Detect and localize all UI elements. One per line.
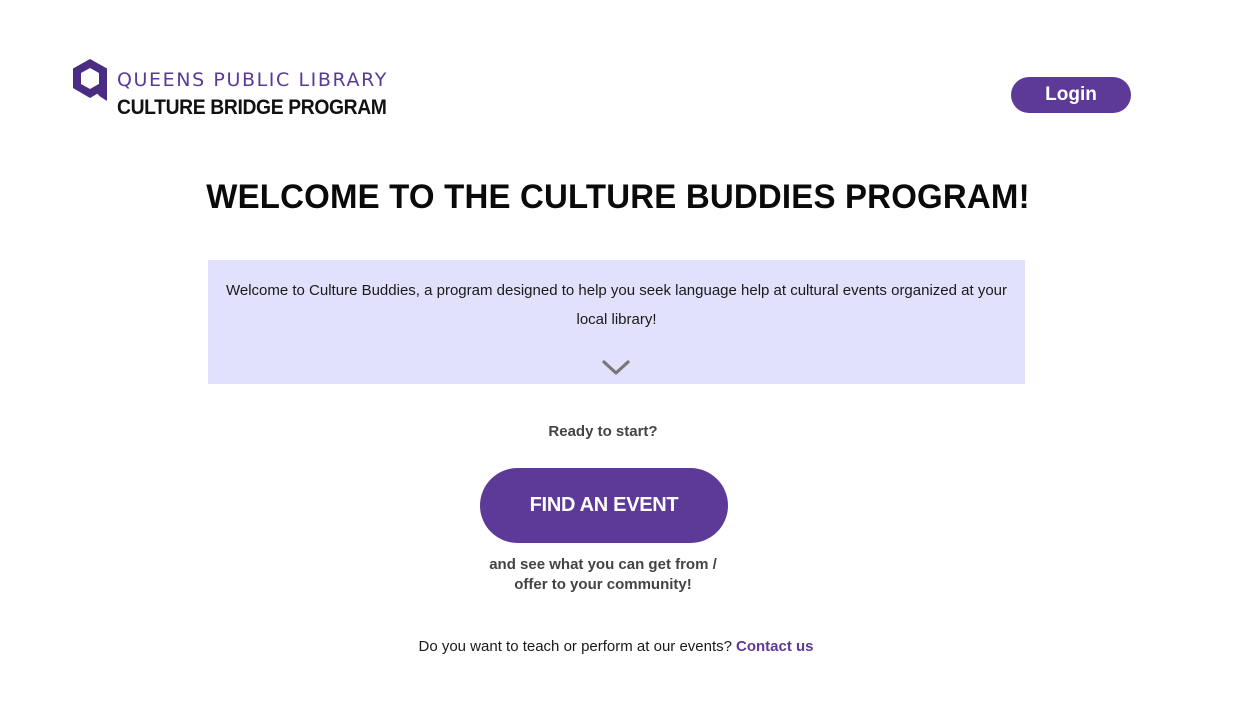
- contact-line: Do you want to teach or perform at our e…: [0, 638, 1232, 655]
- ready-prompt: Ready to start?: [548, 423, 658, 440]
- find-event-subtext: and see what you can get from / offer to…: [0, 555, 1206, 595]
- library-q-logo-icon: [73, 59, 107, 101]
- subtext-line-1: and see what you can get from /: [489, 556, 717, 573]
- logo-library-name: QUEENS PUBLIC LIBRARY: [117, 69, 388, 91]
- chevron-down-icon[interactable]: [601, 359, 631, 377]
- logo-program-name: CULTURE BRIDGE PROGRAM: [117, 96, 387, 119]
- intro-text: Welcome to Culture Buddies, a program de…: [225, 282, 1008, 328]
- site-logo[interactable]: QUEENS PUBLIC LIBRARY CULTURE BRIDGE PRO…: [72, 58, 410, 122]
- logo-text: QUEENS PUBLIC LIBRARY CULTURE BRIDGE PRO…: [117, 58, 410, 122]
- contact-prompt: Do you want to teach or perform at our e…: [418, 638, 732, 655]
- find-event-button[interactable]: FIND AN EVENT: [480, 468, 728, 543]
- page-title: WELCOME TO THE CULTURE BUDDIES PROGRAM!: [206, 178, 1030, 216]
- login-button[interactable]: Login: [1011, 77, 1131, 113]
- contact-us-link[interactable]: Contact us: [736, 638, 814, 655]
- subtext-line-2: offer to your community!: [514, 576, 692, 593]
